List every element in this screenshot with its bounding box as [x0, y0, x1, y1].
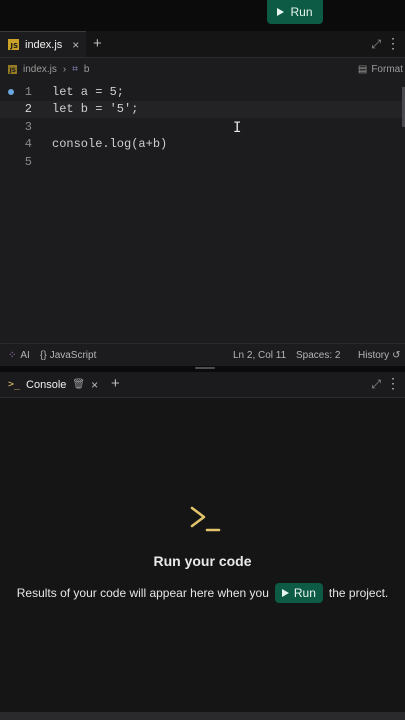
- expand-icon[interactable]: ⤢: [371, 37, 381, 52]
- symbol-icon: ⌗: [72, 63, 78, 75]
- play-icon: [277, 8, 285, 16]
- top-toolbar: Run: [0, 0, 405, 31]
- code-editor[interactable]: 1 let a = 5; 2 let b = '5'; 3 4 console.…: [0, 83, 405, 171]
- clear-console-icon[interactable]: 🗑: [72, 379, 85, 390]
- js-file-icon: JS: [8, 64, 17, 74]
- format-icon: ▤: [357, 63, 368, 75]
- indent-setting[interactable]: Spaces: 2: [296, 350, 340, 361]
- breadcrumb-file[interactable]: index.js: [23, 64, 57, 75]
- line-number: 1: [24, 84, 32, 99]
- language-selector[interactable]: {} JavaScript: [40, 350, 96, 361]
- line-number: 5: [24, 154, 32, 169]
- js-file-icon: JS: [8, 39, 19, 50]
- code-text: let a = 5;: [52, 84, 125, 99]
- add-console-tab-icon[interactable]: +: [111, 375, 120, 392]
- status-bar: ⁘ AI {} JavaScript Ln 2, Col 11 Spaces: …: [0, 343, 405, 366]
- close-console-icon[interactable]: ×: [91, 378, 98, 392]
- code-text: console.log(a+b): [52, 137, 168, 152]
- tab-index-js[interactable]: JS index.js ×: [0, 31, 86, 57]
- modified-dot-icon: [8, 88, 14, 95]
- pane-resize-handle[interactable]: [195, 367, 215, 369]
- code-line-active[interactable]: 2 let b = '5';: [0, 100, 405, 118]
- terminal-prompt-icon: >_: [8, 379, 21, 390]
- bottom-edge: [0, 712, 405, 720]
- close-tab-icon[interactable]: ×: [72, 38, 79, 52]
- line-number: 2: [24, 102, 32, 117]
- code-line[interactable]: 1 let a = 5;: [0, 83, 405, 101]
- message-text: the project.: [328, 586, 389, 600]
- inline-run-label: Run: [293, 586, 316, 600]
- ai-button[interactable]: ⁘ AI: [8, 350, 30, 361]
- ai-icon: ⁘: [8, 349, 17, 361]
- cursor-position[interactable]: Ln 2, Col 11: [233, 350, 286, 361]
- console-tabbar: >_ Console 🗑 × + ⤢ ⋮: [0, 372, 405, 398]
- tab-label: index.js: [25, 38, 63, 51]
- format-button[interactable]: ▤ Format: [358, 58, 405, 80]
- console-pane: >_ Console 🗑 × + ⤢ ⋮ Run your code Resul…: [0, 372, 405, 720]
- ai-label: AI: [20, 349, 30, 361]
- editor-pane: JS index.js × + ⤢ ⋮ JS index.js › ⌗ b ▤ …: [0, 31, 405, 365]
- terminal-prompt-icon: [190, 506, 221, 532]
- breadcrumb: JS index.js › ⌗ b: [0, 58, 405, 80]
- add-tab-icon[interactable]: +: [93, 35, 102, 52]
- tab-console[interactable]: >_ Console 🗑 ×: [0, 372, 98, 397]
- language-label: JavaScript: [49, 349, 97, 361]
- history-label: History: [358, 349, 390, 361]
- code-line[interactable]: 3: [0, 118, 405, 136]
- play-icon: [281, 589, 289, 597]
- run-button-label: Run: [290, 5, 313, 19]
- run-button[interactable]: Run: [267, 0, 323, 24]
- more-options-icon[interactable]: ⋮: [386, 35, 400, 52]
- breadcrumb-separator: ›: [62, 63, 67, 75]
- inline-run-button[interactable]: Run: [274, 583, 323, 603]
- breadcrumb-symbol[interactable]: b: [84, 64, 90, 75]
- history-icon: ↺: [392, 349, 401, 361]
- history-button[interactable]: History ↺: [358, 350, 401, 361]
- editor-tabbar: JS index.js × + ⤢ ⋮: [0, 31, 405, 58]
- console-tab-label: Console: [26, 378, 67, 391]
- line-number: 4: [24, 137, 32, 152]
- line-number: 3: [24, 119, 32, 134]
- expand-icon[interactable]: ⤢: [371, 377, 381, 392]
- empty-state-title: Run your code: [153, 553, 252, 569]
- code-line[interactable]: 5: [0, 153, 405, 171]
- braces-icon: {}: [40, 349, 47, 361]
- message-text: Results of your code will appear here wh…: [16, 586, 269, 600]
- format-label: Format: [371, 63, 403, 75]
- empty-state-message: Results of your code will appear here wh…: [0, 583, 405, 603]
- code-line[interactable]: 4 console.log(a+b): [0, 136, 405, 154]
- text-cursor-icon: I: [233, 120, 242, 136]
- more-options-icon[interactable]: ⋮: [386, 375, 400, 392]
- code-text: let b = '5';: [52, 102, 139, 117]
